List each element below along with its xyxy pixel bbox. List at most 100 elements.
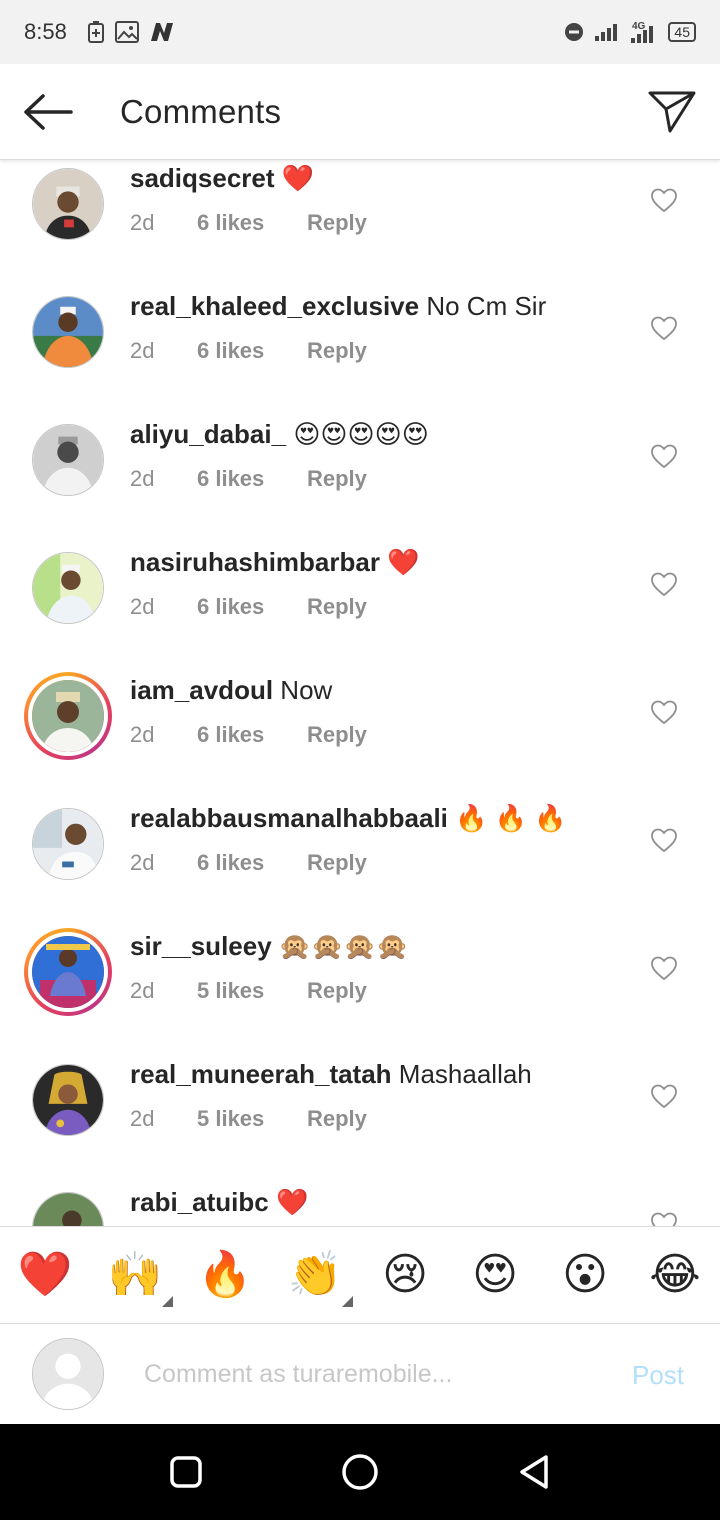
comment-emoji: ❤️: [281, 163, 315, 193]
battery-saver-icon: [87, 20, 105, 44]
comment-username[interactable]: sir__suleey: [130, 931, 272, 961]
like-heart-icon[interactable]: [649, 1081, 679, 1111]
comment-text: iam_avdoul Now: [130, 675, 332, 706]
comment-meta: 2d 6 likes Reply: [130, 594, 367, 620]
comment-body: Mashaallah: [398, 1059, 532, 1089]
like-heart-icon[interactable]: [649, 313, 679, 343]
comment-time: 2d: [130, 1106, 155, 1131]
comment-meta: 2d 5 likes Reply: [130, 978, 367, 1004]
comment-emoji: 😍😍😍😍😍: [293, 419, 429, 449]
comment-time: 2d: [130, 338, 155, 363]
comment-text: rabi_atuibc ❤️: [130, 1187, 308, 1218]
reply-button[interactable]: Reply: [307, 338, 367, 364]
user-avatar: [32, 1338, 104, 1410]
comment-row: rabi_atuibc ❤️: [0, 1184, 720, 1226]
home-button[interactable]: [340, 1452, 380, 1492]
comment-emoji: 🔥 🔥 🔥: [455, 803, 567, 833]
comment-meta: 2d 6 likes Reply: [130, 850, 367, 876]
default-user-icon: [33, 1339, 103, 1409]
comment-likes[interactable]: 6 likes: [197, 722, 307, 748]
comment-text: nasiruhashimbarbar ❤️: [130, 547, 420, 578]
skin-tone-indicator-icon: [342, 1296, 353, 1307]
reaction-clap-button[interactable]: 👏: [285, 1247, 353, 1307]
comment-row: iam_avdoul Now 2d 6 likes Reply: [0, 672, 720, 800]
reaction-laughing-button[interactable]: 😂: [645, 1247, 705, 1303]
clapping-hands-icon: 👏: [287, 1250, 343, 1299]
comment-likes[interactable]: 6 likes: [197, 338, 307, 364]
comment-meta: 2d 5 likes Reply: [130, 1106, 367, 1132]
comment-body: No Cm Sir: [426, 291, 547, 321]
quick-reaction-bar: ❤️ 🙌 🔥 👏 😢 😍 😮 😂: [0, 1226, 720, 1324]
avatar[interactable]: [32, 424, 104, 496]
network-4g-icon: 4G: [630, 20, 658, 44]
post-button[interactable]: Post: [632, 1360, 684, 1391]
app-bar: Comments: [0, 64, 720, 160]
comment-time: 2d: [130, 594, 155, 619]
system-nav-bar: [0, 1424, 720, 1520]
comment-time: 2d: [130, 210, 155, 235]
back-nav-button[interactable]: [514, 1452, 554, 1492]
like-heart-icon[interactable]: [649, 1209, 679, 1226]
avatar-story-ring[interactable]: [24, 672, 112, 760]
reply-button[interactable]: Reply: [307, 722, 367, 748]
comment-meta: 2d 6 likes Reply: [130, 722, 367, 748]
reaction-heart-button[interactable]: ❤️: [15, 1247, 75, 1303]
like-heart-icon[interactable]: [649, 697, 679, 727]
like-heart-icon[interactable]: [649, 569, 679, 599]
comment-username[interactable]: realabbausmanalhabbaali: [130, 803, 448, 833]
reply-button[interactable]: Reply: [307, 978, 367, 1004]
comment-likes[interactable]: 6 likes: [197, 466, 307, 492]
reaction-heart-eyes-button[interactable]: 😍: [465, 1247, 525, 1303]
comment-likes[interactable]: 6 likes: [197, 210, 307, 236]
comment-input[interactable]: [144, 1354, 604, 1394]
like-heart-icon[interactable]: [649, 185, 679, 215]
comment-username[interactable]: real_khaleed_exclusive: [130, 291, 419, 321]
status-notification-icons: [87, 20, 177, 44]
reply-button[interactable]: Reply: [307, 210, 367, 236]
like-heart-icon[interactable]: [649, 953, 679, 983]
gallery-icon: [114, 21, 139, 43]
recent-apps-button[interactable]: [166, 1452, 206, 1492]
comment-text: aliyu_dabai_ 😍😍😍😍😍: [130, 419, 429, 450]
avatar[interactable]: [32, 1064, 104, 1136]
avatar[interactable]: [32, 296, 104, 368]
comment-meta: 2d 6 likes Reply: [130, 338, 367, 364]
comment-text: realabbausmanalhabbaali 🔥 🔥 🔥: [130, 803, 567, 834]
comment-time: 2d: [130, 722, 155, 747]
back-triangle-icon: [520, 1455, 548, 1489]
like-heart-icon[interactable]: [649, 441, 679, 471]
reply-button[interactable]: Reply: [307, 1106, 367, 1132]
comment-likes[interactable]: 6 likes: [197, 594, 307, 620]
status-system-icons: 4G 45: [564, 20, 696, 44]
comment-username[interactable]: sadiqsecret: [130, 163, 275, 193]
reply-button[interactable]: Reply: [307, 466, 367, 492]
battery-indicator: 45: [668, 22, 696, 42]
avatar-story-ring[interactable]: [24, 928, 112, 1016]
reaction-crying-button[interactable]: 😢: [375, 1247, 435, 1303]
comment-username[interactable]: aliyu_dabai_: [130, 419, 286, 449]
comment-username[interactable]: nasiruhashimbarbar: [130, 547, 380, 577]
reaction-fire-button[interactable]: 🔥: [195, 1247, 255, 1303]
comment-username[interactable]: iam_avdoul: [130, 675, 273, 705]
like-heart-icon[interactable]: [649, 825, 679, 855]
comment-list[interactable]: sadiqsecret ❤️ 2d 6 likes Reply real_kha…: [0, 160, 720, 1226]
comment-emoji: ❤️: [275, 1187, 309, 1217]
avatar[interactable]: [32, 552, 104, 624]
comment-likes[interactable]: 5 likes: [197, 978, 307, 1004]
comment-composer: Post: [0, 1324, 720, 1424]
reply-button[interactable]: Reply: [307, 850, 367, 876]
reply-button[interactable]: Reply: [307, 594, 367, 620]
avatar[interactable]: [32, 1192, 104, 1226]
avatar[interactable]: [32, 168, 104, 240]
comment-username[interactable]: real_muneerah_tatah: [130, 1059, 392, 1089]
comment-likes[interactable]: 6 likes: [197, 850, 307, 876]
avatar[interactable]: [32, 808, 104, 880]
share-button[interactable]: [624, 64, 720, 160]
comment-row: aliyu_dabai_ 😍😍😍😍😍 2d 6 likes Reply: [0, 416, 720, 544]
reaction-wow-button[interactable]: 😮: [555, 1247, 615, 1303]
signal-icon: [594, 22, 620, 42]
back-button[interactable]: [0, 64, 96, 160]
comment-likes[interactable]: 5 likes: [197, 1106, 307, 1132]
reaction-raised-hands-button[interactable]: 🙌: [105, 1247, 173, 1307]
comment-username[interactable]: rabi_atuibc: [130, 1187, 269, 1217]
